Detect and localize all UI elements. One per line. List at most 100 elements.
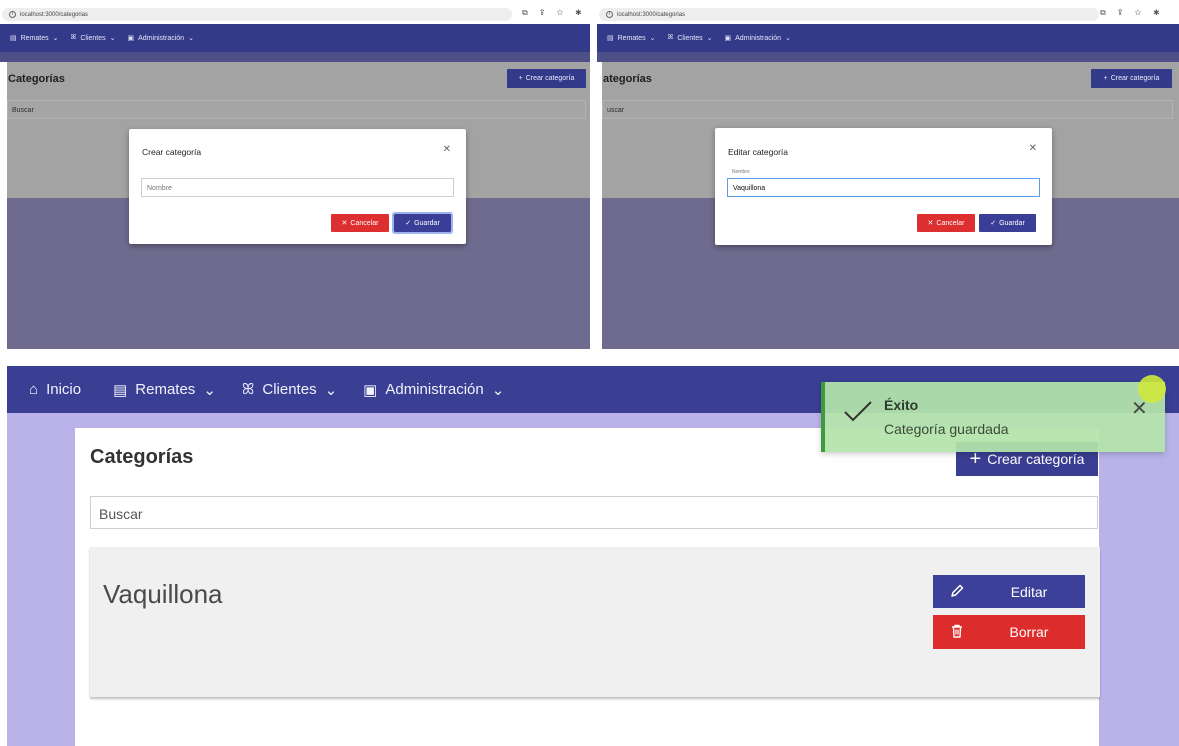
save-label: Guardar [414,219,440,227]
page-title: Categorías [8,73,65,85]
plus-icon: + [969,448,982,470]
plus-icon: + [1103,75,1108,82]
nav-admin-label: Administración [138,34,185,42]
delete-button[interactable]: Borrar [933,615,1085,649]
chevron-down-icon: ⌄ [203,381,216,399]
nav-administracion[interactable]: ▣ Administración ⌄ [363,381,504,399]
save-button[interactable]: ✓ Guardar [979,214,1036,232]
nav-remates[interactable]: ▤ Remates ⌄ [113,381,216,399]
name-input[interactable]: Vaquillona [727,178,1040,197]
nav-admin-label: Administración [385,381,484,398]
content-card: Categorías + Crear categoría Buscar Vaqu… [75,428,1100,746]
modal-title: Editar categoría [728,147,789,157]
chevron-down-icon: ⌄ [188,35,194,42]
nav-clientes-label: Clientes [677,34,703,42]
screenshot-category-list: ⌂ Inicio ▤ Remates ⌄ ꕤ Clientes ⌄ ▣ Admi… [7,366,1179,746]
nav-remates-label: Remates [135,381,196,398]
close-icon[interactable]: ✕ [443,144,451,155]
briefcase-icon: ▣ [127,35,135,42]
document-icon: ▤ [607,35,614,42]
chevron-down-icon: ⌄ [109,35,116,42]
chevron-down-icon: ⌄ [649,35,656,42]
nav-remates-label: Remates [617,34,646,42]
url-text: localhost:3000/categorias [617,11,686,18]
save-button[interactable]: ✓ Guardar [392,212,453,234]
navbar: ▤ Remates ⌄ ꕤ Clientes ⌄ ▣ Administració… [597,24,1179,52]
create-category-label: Crear categoría [987,451,1085,467]
search-input[interactable]: Buscar [90,496,1098,529]
modal-title: Crear categoría [142,147,202,157]
nav-remates-label: Remates [20,34,49,42]
close-icon[interactable]: ✕ [1131,399,1148,419]
page-title: Categorías [90,446,194,468]
name-label: Nombre [732,169,750,175]
address-bar[interactable]: i localhost:3000/categorias [2,8,512,21]
trash-icon [949,623,965,642]
search-input[interactable]: Buscar [7,100,586,119]
nav-administracion[interactable]: ▣ Administración ⌄ [724,34,791,43]
cursor-indicator [1138,375,1166,403]
info-icon: i [606,11,613,18]
close-icon[interactable]: ✕ [1029,143,1037,154]
browser-action-icons[interactable]: ⧉ ⇪ ☆ ✱ [522,8,586,18]
check-icon: ✓ [990,220,997,227]
check-icon: ✓ [405,220,412,227]
overlay-strip [0,52,590,62]
nav-clientes[interactable]: ꕤ Clientes ⌄ [71,34,116,42]
toast-title: Éxito [884,397,919,413]
toast-message: Categoría guardada [884,421,1009,437]
close-icon: ✕ [341,220,348,227]
create-category-label: Crear categoría [1110,75,1160,82]
nav-remates[interactable]: ▤ Remates ⌄ [607,34,656,43]
browser-toolbar: i localhost:3000/categorias ⧉ ⇪ ☆ ✱ [597,0,1179,24]
nav-clientes[interactable]: ꕤ Clientes ⌄ [668,34,713,42]
document-icon: ▤ [10,35,17,42]
screenshot-edit-modal: i localhost:3000/categorias ⧉ ⇪ ☆ ✱ ▤ Re… [597,0,1179,349]
cancel-button[interactable]: ✕ Cancelar [917,214,975,232]
pencil-icon [949,583,965,602]
browser-toolbar: i localhost:3000/categorias ⧉ ⇪ ☆ ✱ [0,0,590,24]
category-name: Vaquillona [103,579,223,609]
chevron-down-icon: ⌄ [52,35,59,42]
edit-category-modal: Editar categoría ✕ Nombre Vaquillona ✕ C… [715,128,1052,245]
list-item: Vaquillona Editar Borrar [90,547,1100,697]
cancel-button[interactable]: ✕ Cancelar [331,214,389,232]
users-icon: ꕤ [70,34,77,41]
url-text: localhost:3000/categorias [20,11,89,18]
close-icon: ✕ [927,220,934,227]
delete-label: Borrar [1009,624,1049,640]
chevron-down-icon: ⌄ [706,35,713,42]
plus-icon: + [518,75,523,82]
save-label: Guardar [999,219,1025,227]
navbar: ▤ Remates ⌄ ꕤ Clientes ⌄ ▣ Administració… [0,24,590,52]
create-category-button[interactable]: + Crear categoría [1091,69,1172,88]
create-category-modal: Crear categoría ✕ Nombre ✕ Cancelar ✓ Gu… [129,129,466,244]
screenshot-create-modal: i localhost:3000/categorias ⧉ ⇪ ☆ ✱ ▤ Re… [0,0,590,349]
users-icon: ꕤ [667,34,674,41]
home-icon: ⌂ [29,381,39,398]
browser-action-icons[interactable]: ⧉ ⇪ ☆ ✱ [1100,8,1164,18]
nav-inicio[interactable]: ⌂ Inicio [29,381,81,398]
document-icon: ▤ [113,381,128,399]
nav-remates[interactable]: ▤ Remates ⌄ [10,34,59,43]
briefcase-icon: ▣ [724,35,732,42]
edit-label: Editar [1010,584,1048,600]
nav-administracion[interactable]: ▣ Administración ⌄ [127,34,194,43]
nav-admin-label: Administración [735,34,782,42]
chevron-down-icon: ⌄ [491,381,505,399]
search-input[interactable]: uscar [602,100,1173,119]
create-category-button[interactable]: + Crear categoría [507,69,586,88]
success-toast: Éxito Categoría guardada ✕ [821,382,1165,452]
users-icon: ꕤ [241,381,255,398]
name-input[interactable]: Nombre [141,178,454,197]
cancel-label: Cancelar [936,219,965,227]
nav-clientes-label: Clientes [80,34,106,42]
nav-clientes[interactable]: ꕤ Clientes ⌄ [242,381,337,399]
edit-button[interactable]: Editar [933,575,1085,608]
page-title: ategorías [603,73,652,85]
address-bar[interactable]: i localhost:3000/categorias [599,8,1099,21]
overlay-strip [597,52,1179,62]
briefcase-icon: ▣ [363,381,378,399]
nav-clientes-label: Clientes [262,381,317,398]
cancel-label: Cancelar [350,219,379,227]
